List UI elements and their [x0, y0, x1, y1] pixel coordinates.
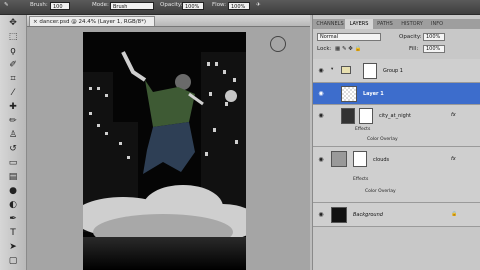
layer-mask-thumbnail [359, 108, 373, 124]
document-tab[interactable]: × dancer.psd @ 24.4% (Layer 1, RGB/8*) [29, 16, 155, 26]
eye-icon[interactable]: ◉ [317, 91, 325, 97]
layers-panel: CHANNELS LAYERS PATHS HISTORY INFO Norma… [312, 15, 480, 270]
layer-1[interactable]: ◉ Layer 1 [313, 83, 480, 105]
street-light [225, 90, 237, 102]
layer-fill-field[interactable]: 100% [423, 45, 445, 53]
opacity-label: Opacity: [399, 34, 422, 40]
tab-paths[interactable]: PATHS [373, 19, 397, 29]
airbrush-icon[interactable]: ✈ [256, 2, 261, 8]
layer-name: Group 1 [383, 68, 403, 74]
document-title: dancer.psd @ 24.4% (Layer 1, RGB/8*) [39, 19, 147, 25]
tab-channels[interactable]: CHANNELS [315, 19, 345, 29]
type-tool-icon[interactable]: T [7, 227, 19, 239]
options-bar: ✎ Brush: 100 Mode: Brush Opacity: 100% F… [0, 0, 480, 15]
flow-field[interactable]: 100% [228, 2, 250, 10]
layer-name: Layer 1 [363, 91, 384, 97]
pen-tool-icon[interactable]: ✒ [7, 213, 19, 225]
dodge-tool-icon[interactable]: ◐ [7, 199, 19, 211]
effect-color-overlay[interactable]: Color Overlay [367, 137, 398, 142]
clone-stamp-tool-icon[interactable]: ♙ [7, 129, 19, 141]
blur-tool-icon[interactable]: ● [7, 185, 19, 197]
marquee-tool-icon[interactable]: ⬚ [7, 31, 19, 43]
lasso-tool-icon[interactable]: ϙ [7, 45, 19, 57]
mode-label: Mode: [92, 2, 109, 8]
layer-name: Background [353, 212, 383, 218]
tab-layers[interactable]: LAYERS [345, 19, 373, 29]
flow-label: Flow: [212, 2, 227, 8]
brush-tool-icon[interactable]: ✏ [7, 115, 19, 127]
layer-mask-thumbnail [353, 151, 367, 167]
eye-icon[interactable]: ◉ [317, 212, 325, 218]
layer-thumbnail [331, 207, 347, 223]
layer-opacity-field[interactable]: 100% [423, 33, 445, 41]
document-tab-bar: × dancer.psd @ 24.4% (Layer 1, RGB/8*) [27, 15, 310, 27]
eye-icon[interactable]: ◉ [317, 113, 325, 119]
mode-select[interactable]: Brush [110, 2, 154, 10]
opacity-field[interactable]: 100% [182, 2, 204, 10]
brush-cursor [270, 36, 286, 52]
tab-info[interactable]: INFO [427, 19, 447, 29]
fx-icon[interactable]: fx [451, 112, 456, 118]
effect-color-overlay[interactable]: Color Overlay [365, 189, 396, 194]
folder-icon [341, 66, 351, 74]
layer-name: city_at_night [379, 113, 411, 119]
layer-thumbnail [331, 151, 347, 167]
eye-icon[interactable]: ◉ [317, 68, 325, 74]
layer-group-1[interactable]: ◉ ▾ Group 1 [313, 59, 480, 83]
canvas-artwork [83, 32, 246, 270]
layer-name: clouds [373, 157, 390, 163]
lock-label: Lock: [317, 46, 332, 52]
layer-background[interactable]: ◉ Background 🔒 [313, 203, 480, 227]
tab-history[interactable]: HISTORY [397, 19, 427, 29]
document-canvas[interactable] [83, 32, 246, 270]
effects-label: Effects [353, 177, 369, 182]
path-select-tool-icon[interactable]: ➤ [7, 241, 19, 253]
opacity-label: Opacity: [160, 2, 183, 8]
move-tool-icon[interactable]: ✥ [7, 17, 19, 29]
lock-icon: 🔒 [451, 211, 458, 217]
crop-tool-icon[interactable]: ⌗ [7, 73, 19, 85]
blend-mode-select[interactable]: Normal [317, 33, 381, 41]
brush-size-picker[interactable]: 100 [50, 2, 70, 10]
quick-select-tool-icon[interactable]: ✐ [7, 59, 19, 71]
layer-city-at-night[interactable]: ◉ city_at_night fx Effects Color Overlay [313, 105, 480, 147]
group-mask-thumbnail [363, 63, 377, 79]
effects-label: Effects [355, 127, 371, 132]
eraser-tool-icon[interactable]: ▭ [7, 157, 19, 169]
panel-tabs: CHANNELS LAYERS PATHS HISTORY INFO [313, 19, 480, 29]
gradient-tool-icon[interactable]: ▤ [7, 171, 19, 183]
brush-icon[interactable]: ✎ [4, 2, 9, 8]
brush-label: Brush: [30, 2, 48, 8]
layer-thumbnail [341, 86, 357, 102]
shape-tool-icon[interactable]: ▢ [7, 255, 19, 267]
layer-clouds[interactable]: ◉ clouds fx Effects Color Overlay [313, 147, 480, 203]
eyedropper-tool-icon[interactable]: ⁄ [7, 87, 19, 99]
expand-triangle-icon[interactable]: ▾ [331, 67, 333, 72]
history-brush-tool-icon[interactable]: ↺ [7, 143, 19, 155]
lock-transparency-icon[interactable]: ▦ ✎ ✥ 🔒 [335, 46, 362, 52]
fill-label: Fill: [409, 46, 419, 52]
tools-panel: ✥ ⬚ ϙ ✐ ⌗ ⁄ ✚ ✏ ♙ ↺ ▭ ▤ ● ◐ ✒ T ➤ ▢ [0, 15, 27, 270]
layer-thumbnail [341, 108, 355, 124]
fx-icon[interactable]: fx [451, 156, 456, 162]
eye-icon[interactable]: ◉ [317, 157, 325, 163]
healing-tool-icon[interactable]: ✚ [7, 101, 19, 113]
